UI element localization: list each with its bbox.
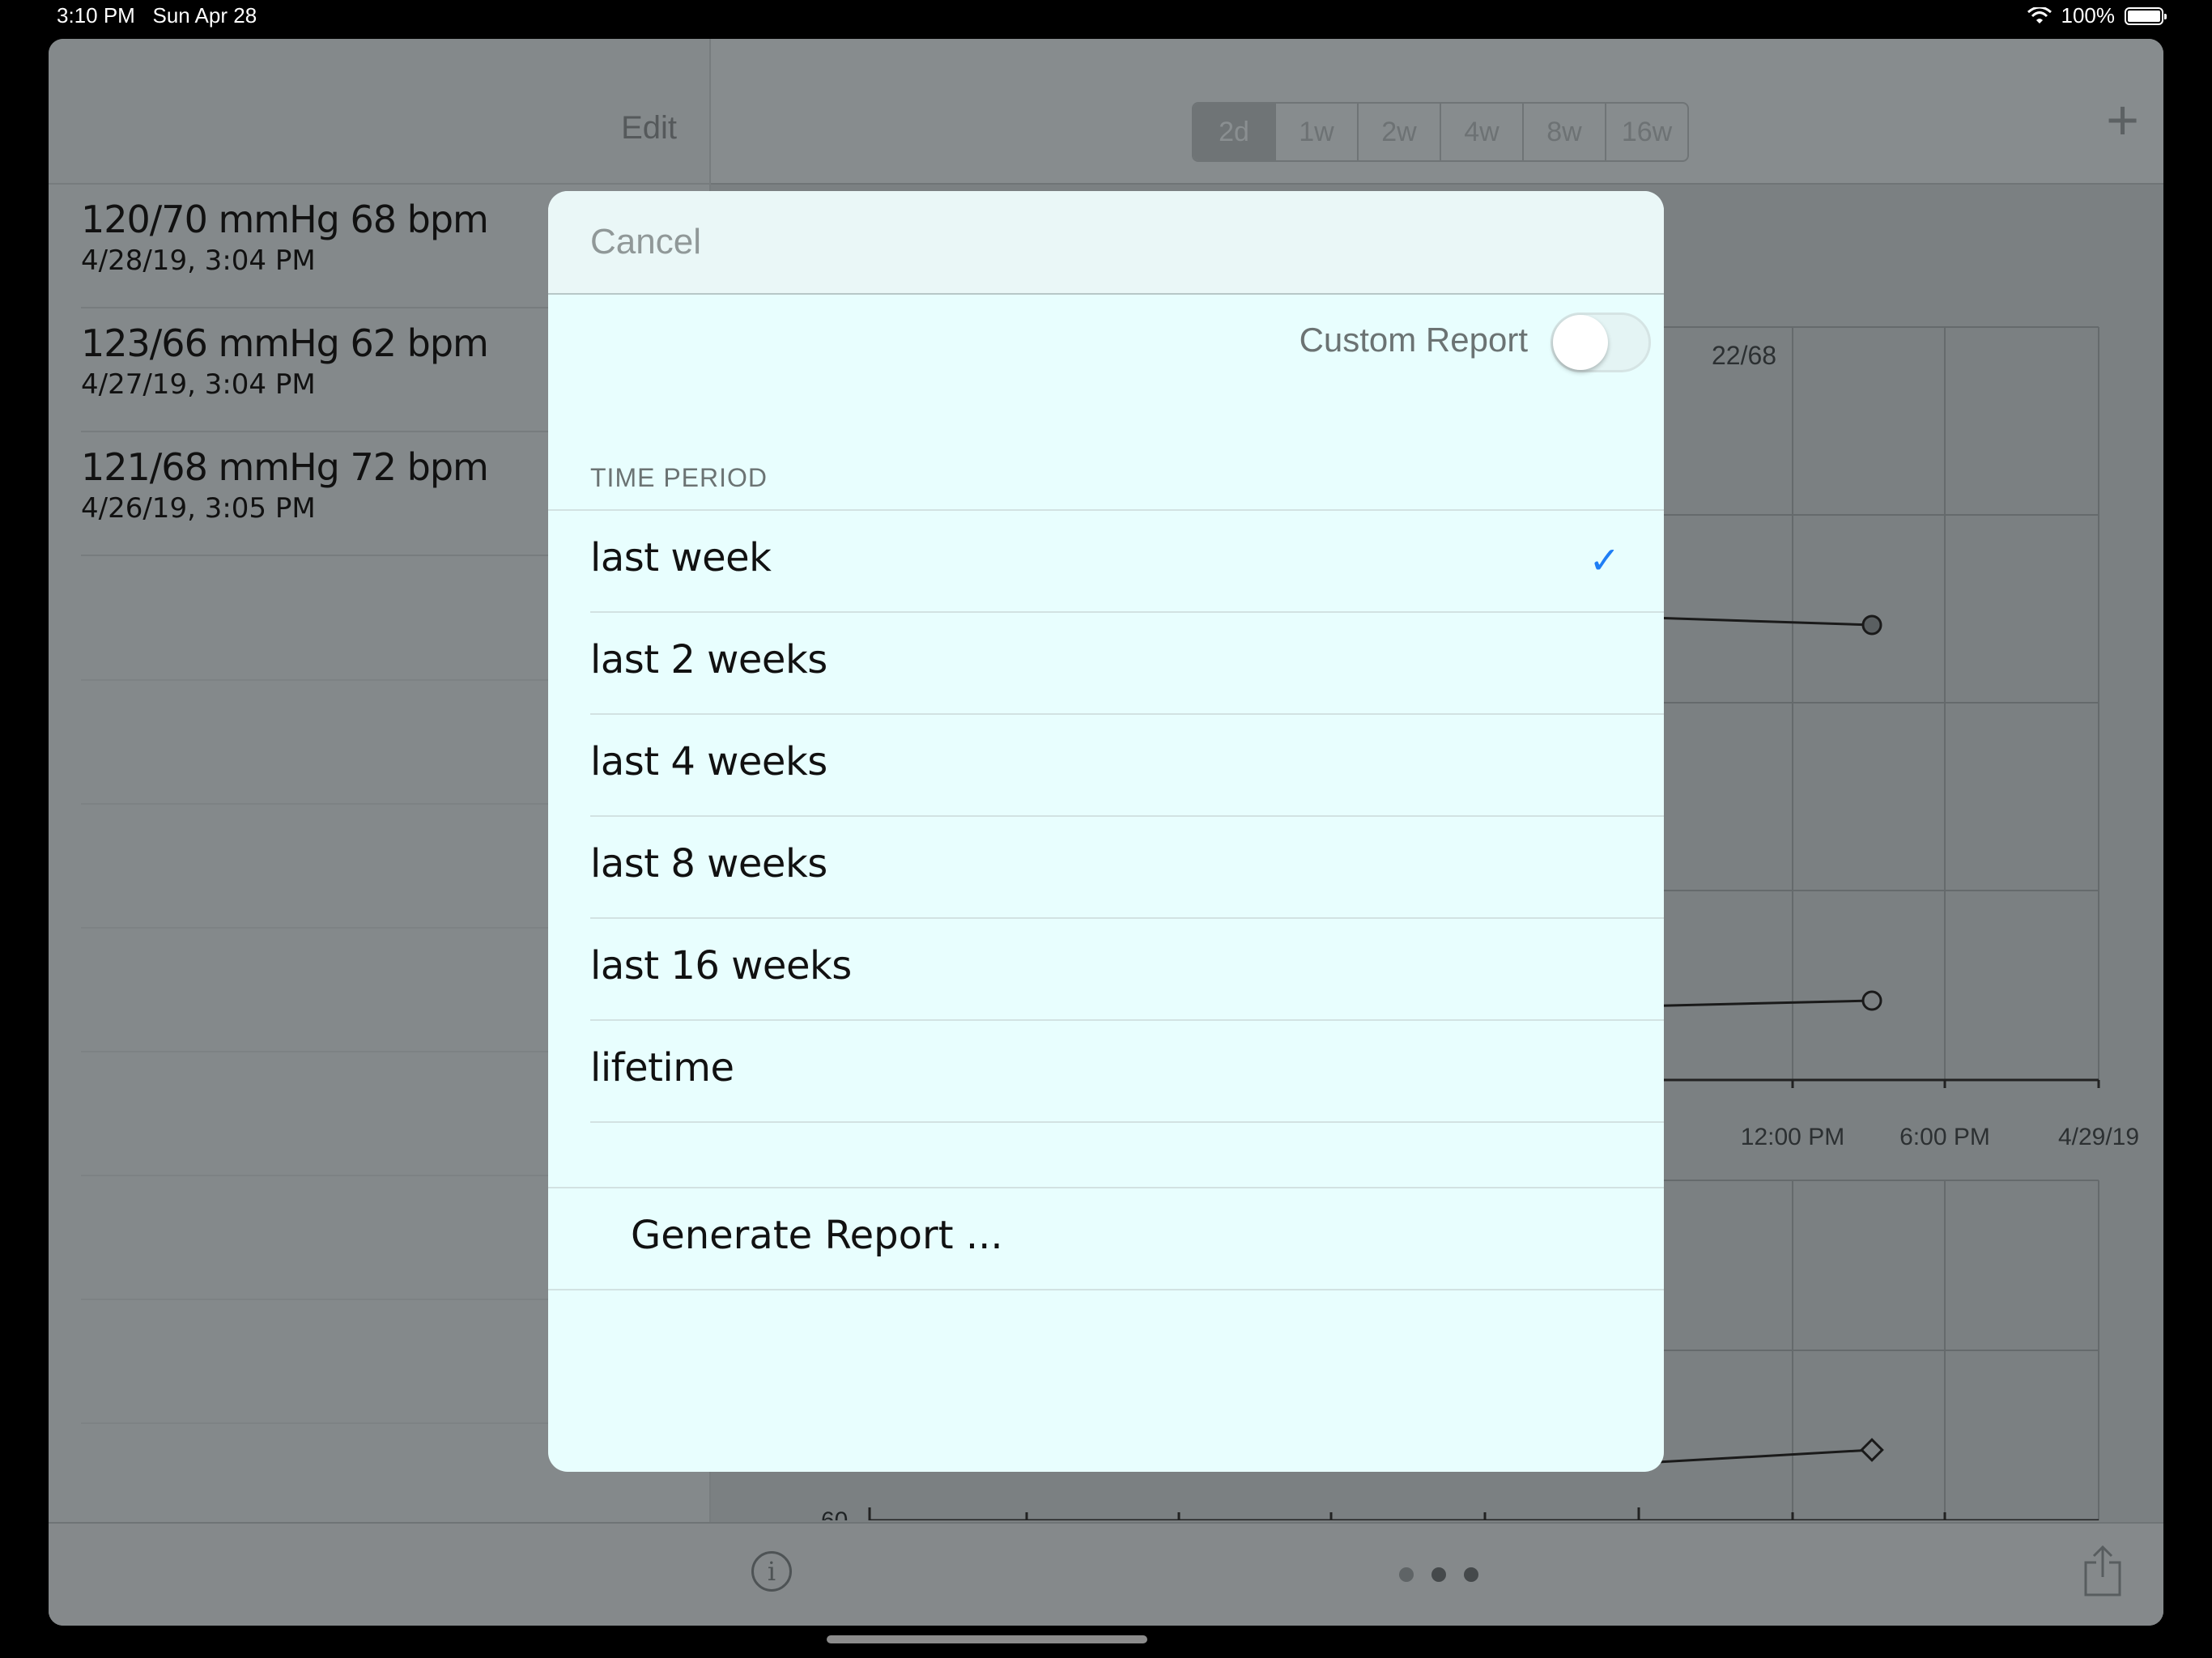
y-axis-label: 60 [821, 1507, 848, 1520]
option-label: last 16 weeks [590, 943, 852, 988]
detail-nav-bar: 2d 1w 2w 4w 8w 16w + [711, 39, 2163, 185]
segment-2w[interactable]: 2w [1359, 104, 1441, 160]
battery-percent: 100% [2061, 3, 2116, 28]
custom-report-label: Custom Report [1299, 321, 1528, 359]
option-label: last 4 weeks [590, 739, 827, 784]
sidebar-nav-bar: Edit [49, 39, 709, 185]
option-last-4-weeks[interactable]: last 4 weeks [590, 713, 1664, 815]
x-tick-label: 6:00 PM [1899, 1124, 1990, 1150]
battery-icon [2125, 6, 2167, 25]
option-last-2-weeks[interactable]: last 2 weeks [590, 611, 1664, 713]
edit-button[interactable]: Edit [621, 110, 677, 147]
segment-16w[interactable]: 16w [1606, 104, 1687, 160]
status-right: 100% [2027, 3, 2167, 28]
cancel-button[interactable]: Cancel [590, 222, 701, 262]
time-period-options: last week ✓ last 2 weeks last 4 weeks la… [548, 509, 1664, 1123]
page-dot [1399, 1567, 1414, 1582]
period-segmented-control: 2d 1w 2w 4w 8w 16w [1192, 102, 1689, 162]
options-divider [590, 1121, 1664, 1123]
chart-top-label: 22/68 [1712, 341, 1776, 370]
home-indicator[interactable] [827, 1635, 1147, 1643]
segment-8w[interactable]: 8w [1524, 104, 1606, 160]
x-tick-label: 12:00 PM [1741, 1124, 1844, 1150]
page-dot [1464, 1567, 1478, 1582]
status-bar: 3:10 PM Sun Apr 28 100% [0, 0, 2212, 32]
info-icon[interactable]: i [751, 1551, 792, 1592]
toggle-knob [1553, 315, 1608, 370]
status-time: 3:10 PM Sun Apr 28 [57, 3, 257, 28]
pulse-point [1860, 1438, 1884, 1462]
x-tick-label: 4/29/19 [2058, 1124, 2139, 1150]
segment-4w[interactable]: 4w [1441, 104, 1524, 160]
option-last-week[interactable]: last week ✓ [548, 509, 1664, 611]
checkmark-icon: ✓ [1589, 539, 1620, 581]
custom-report-toggle[interactable] [1551, 312, 1651, 372]
time-period-header: TIME PERIOD [590, 463, 768, 492]
share-icon[interactable] [2082, 1545, 2123, 1598]
segment-1w[interactable]: 1w [1276, 104, 1359, 160]
option-last-8-weeks[interactable]: last 8 weeks [590, 815, 1664, 917]
add-reading-button[interactable]: + [2106, 87, 2139, 152]
generate-report-button[interactable]: Generate Report ... [631, 1213, 1003, 1258]
wifi-icon [2027, 6, 2052, 23]
page-indicator[interactable] [1399, 1567, 1478, 1582]
option-label: last 8 weeks [590, 841, 827, 886]
page-dot [1431, 1567, 1446, 1582]
generate-report-row[interactable]: Generate Report ... [548, 1187, 1664, 1290]
report-sheet: Cancel Custom Report TIME PERIOD last we… [548, 191, 1664, 1472]
option-label: last week [590, 535, 772, 580]
option-lifetime[interactable]: lifetime [590, 1019, 1664, 1121]
diastolic-point [1861, 990, 1882, 1011]
option-last-16-weeks[interactable]: last 16 weeks [590, 917, 1664, 1019]
systolic-point [1861, 614, 1882, 636]
status-clock: 3:10 PM [57, 3, 135, 28]
status-date: Sun Apr 28 [152, 3, 257, 28]
sheet-header: Cancel [548, 191, 1664, 295]
bottom-toolbar: i [49, 1522, 2163, 1626]
option-label: lifetime [590, 1045, 734, 1090]
custom-report-row: Custom Report [548, 295, 1664, 400]
segment-2d[interactable]: 2d [1193, 104, 1276, 160]
option-label: last 2 weeks [590, 637, 827, 682]
